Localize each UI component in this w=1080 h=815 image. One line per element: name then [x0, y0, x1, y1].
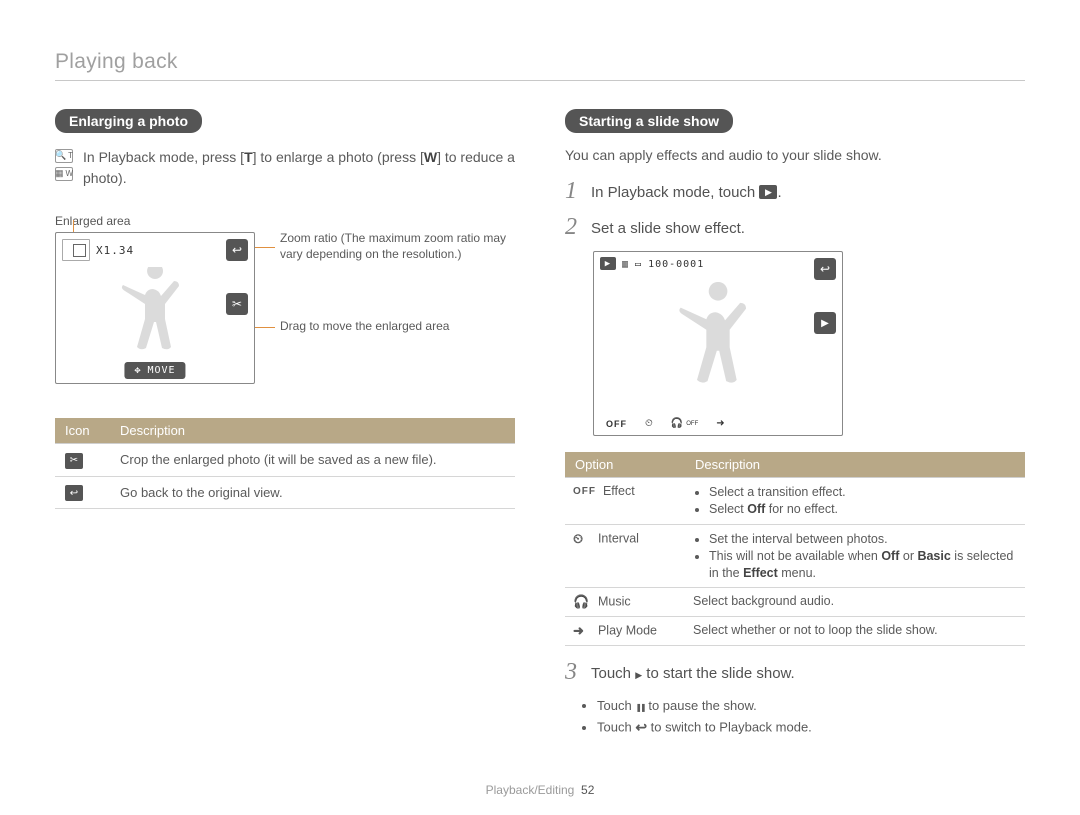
step-2: Set a slide show effect. — [565, 215, 1025, 239]
icon-description-table: Icon Description ✂ Crop the enlarged pho… — [55, 418, 515, 509]
subnote-back: Touch ↩ to switch to Playback mode. — [597, 717, 1025, 739]
sample-photo-silhouette — [110, 267, 200, 367]
table-header-description: Description — [110, 418, 515, 444]
step-3-subnotes: Touch to pause the show. Touch ↩ to swit… — [565, 696, 1025, 739]
sample-photo-silhouette — [666, 282, 771, 407]
zoom-out-icon: ▦W — [55, 167, 73, 181]
start-slideshow-icon: ▶ — [814, 312, 836, 334]
crop-icon: ✂ — [65, 453, 83, 469]
interval-desc-2: This will not be available when Off or B… — [709, 548, 1017, 582]
camera-screen-slideshow: ▶ ▥ ▭ 100-0001 ↩ ▶ OFF ⏲ 🎧OFF ➜ — [593, 251, 843, 436]
callout-drag: Drag to move the enlarged area — [280, 318, 510, 334]
screen-header: X1.34 — [56, 233, 254, 263]
back-icon: ↩ — [65, 485, 83, 501]
step-3: Touch to start the slide show. — [565, 660, 1025, 684]
effect-off-icon: OFF — [573, 486, 596, 497]
pause-icon — [635, 698, 644, 713]
move-label: MOVE — [147, 365, 175, 376]
crop-description: Crop the enlarged photo (it will be save… — [110, 444, 515, 477]
page-title: Playing back — [55, 50, 1025, 81]
return-icon: ↩ — [635, 716, 647, 738]
content-columns: Enlarging a photo 🔍T ▦W In Playback mode… — [55, 109, 1025, 740]
music-chip: 🎧OFF — [671, 418, 698, 429]
back-button-icon: ↩ — [226, 239, 248, 261]
section-heading-enlarge: Enlarging a photo — [55, 109, 202, 133]
slideshow-options-bar: OFF ⏲ 🎧OFF ➜ — [606, 418, 725, 429]
effect-off-chip: OFF — [606, 419, 627, 429]
file-number: 100-0001 — [648, 259, 704, 270]
crop-button-icon: ✂ — [226, 293, 248, 315]
table-row: ✂ Crop the enlarged photo (it will be sa… — [55, 444, 515, 477]
move-arrows-icon: ✥ — [134, 365, 141, 376]
interval-desc-1: Set the interval between photos. — [709, 531, 1017, 548]
leader-line — [73, 220, 74, 232]
zoom-in-icon: 🔍T — [55, 149, 73, 163]
option-description-table: Option Description OFF Effect Select a t… — [565, 452, 1025, 646]
footer-section: Playback/Editing — [486, 783, 575, 797]
section-heading-slideshow: Starting a slide show — [565, 109, 733, 133]
page-number: 52 — [581, 783, 594, 797]
music-icon: 🎧 — [573, 594, 591, 610]
playmode-desc: Select whether or not to loop the slide … — [685, 617, 1025, 646]
option-music-label: Music — [598, 595, 631, 609]
slideshow-icon: ▶ — [600, 257, 616, 270]
right-column: Starting a slide show You can apply effe… — [565, 109, 1025, 740]
effect-desc-1: Select a transition effect. — [709, 484, 1017, 501]
table-row: ⏲ Interval Set the interval between phot… — [565, 524, 1025, 588]
slideshow-mode-icon: ▶ — [759, 185, 777, 199]
music-desc: Select background audio. — [685, 588, 1025, 617]
step-1: In Playback mode, touch ▶. — [565, 179, 1025, 203]
battery-icon: ▥ — [622, 259, 629, 270]
table-header-icon: Icon — [55, 418, 110, 444]
table-header-description: Description — [685, 452, 1025, 478]
playmode-icon: ➜ — [573, 623, 591, 639]
card-icon: ▭ — [635, 259, 642, 270]
camera-screen-enlarge: X1.34 ↩ ✂ ✥ MOVE — [55, 232, 255, 384]
slideshow-intro: You can apply effects and audio to your … — [565, 147, 1025, 163]
playmode-chip: ➜ — [716, 418, 724, 429]
steps-list-continued: Touch to start the slide show. — [565, 660, 1025, 684]
table-row: ➜ Play Mode Select whether or not to loo… — [565, 617, 1025, 646]
page-footer: Playback/Editing 52 — [0, 783, 1080, 797]
move-indicator: ✥ MOVE — [124, 362, 185, 379]
option-interval-label: Interval — [598, 531, 639, 545]
table-row: ↩ Go back to the original view. — [55, 476, 515, 509]
zoom-instruction-text: In Playback mode, press [T] to enlarge a… — [83, 147, 515, 189]
label-enlarged-area: Enlarged area — [55, 214, 515, 228]
option-effect-label: Effect — [603, 484, 635, 498]
back-description: Go back to the original view. — [110, 476, 515, 509]
enlarge-figure: X1.34 ↩ ✂ ✥ MOVE Zoom ratio (The maximum… — [55, 232, 255, 384]
zoom-key-icons: 🔍T ▦W — [55, 149, 73, 189]
zoom-ratio-value: X1.34 — [96, 244, 134, 257]
table-row: OFF Effect Select a transition effect. S… — [565, 478, 1025, 525]
interval-icon: ⏲ — [573, 531, 591, 547]
effect-desc-2: Select Off for no effect. — [709, 501, 1017, 518]
table-header-option: Option — [565, 452, 685, 478]
back-button-icon: ↩ — [814, 258, 836, 280]
table-row: 🎧 Music Select background audio. — [565, 588, 1025, 617]
interval-chip: ⏲ — [645, 418, 653, 429]
left-column: Enlarging a photo 🔍T ▦W In Playback mode… — [55, 109, 515, 740]
steps-list: In Playback mode, touch ▶. Set a slide s… — [565, 179, 1025, 239]
zoom-instruction: 🔍T ▦W In Playback mode, press [T] to enl… — [55, 147, 515, 189]
thumbnail-overview — [62, 239, 90, 261]
option-playmode-label: Play Mode — [598, 624, 657, 638]
subnote-pause: Touch to pause the show. — [597, 696, 1025, 717]
callout-zoom-ratio: Zoom ratio (The maximum zoom ratio may v… — [280, 230, 510, 262]
